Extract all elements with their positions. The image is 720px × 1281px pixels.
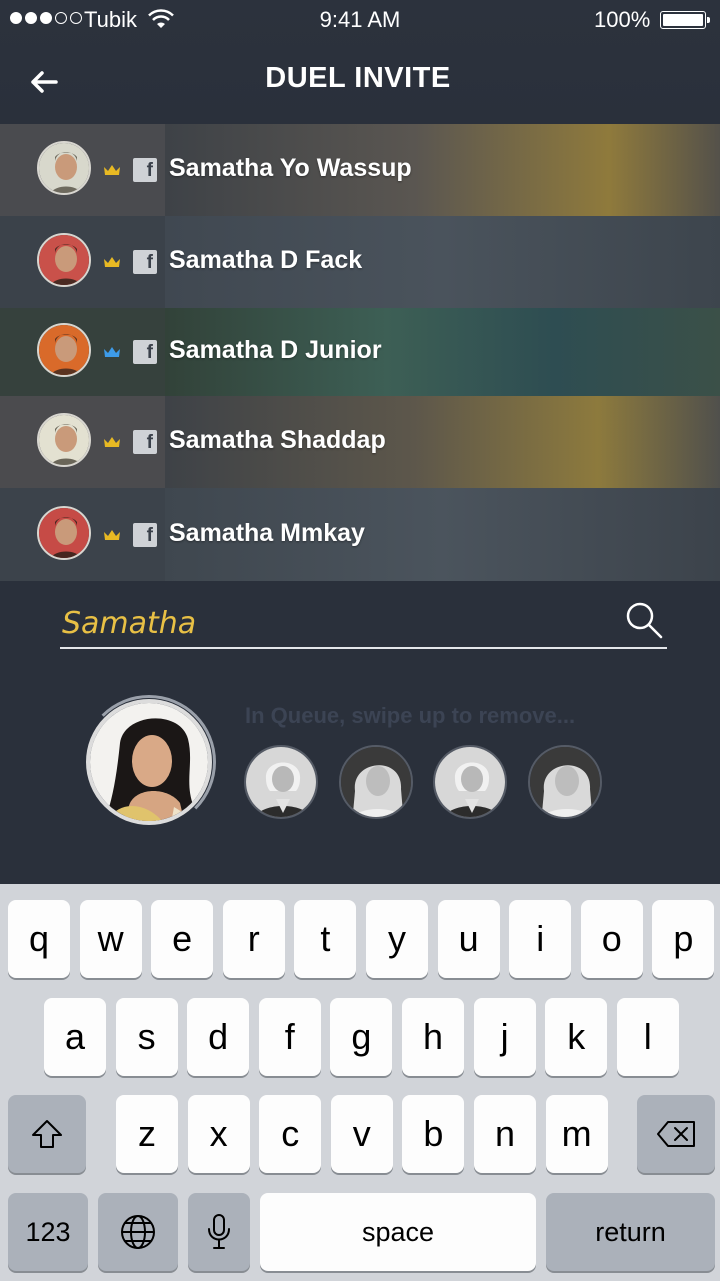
contact-list: f Samatha Yo Wassup f Samatha D Fack f S… [0,124,720,581]
search-panel: In Queue, swipe up to remove... [0,581,720,884]
key-e[interactable]: e [151,900,214,978]
key-r[interactable]: r [222,900,285,978]
keyboard: q w e r t y u i o p a s d f g h j k l z x c v b n m 123 space return [0,884,720,1281]
search-input[interactable] [62,603,602,643]
battery-percentage: 100% [594,7,651,32]
key-s[interactable]: s [115,998,178,1076]
key-k[interactable]: k [545,998,608,1076]
contact-name: Samatha D Fack [169,246,363,274]
contact-avatar [37,505,91,560]
key-j[interactable]: j [473,998,536,1076]
key-c[interactable]: c [259,1095,322,1173]
search-underline [60,647,667,649]
crown-icon [104,165,120,175]
key-z[interactable]: z [116,1095,178,1173]
return-key[interactable]: return [546,1193,715,1271]
key-n[interactable]: n [474,1095,536,1173]
contact-avatar [37,413,91,467]
key-d[interactable]: d [187,998,250,1076]
shift-icon [32,1120,62,1148]
backspace-icon [657,1121,695,1147]
key-a[interactable]: a [44,998,106,1076]
key-t[interactable]: t [294,900,357,978]
contact-row[interactable]: f Samatha D Fack [0,216,720,308]
status-bar: Tubik 9:41 AM 100% [0,0,720,40]
key-q[interactable]: q [8,900,70,978]
key-h[interactable]: h [402,998,464,1076]
crown-icon [104,437,120,447]
queue-hint-text: In Queue, swipe up to remove... [245,703,576,728]
numbers-key[interactable]: 123 [8,1193,88,1271]
key-v[interactable]: v [330,1095,393,1173]
key-g[interactable]: g [330,998,393,1076]
key-x[interactable]: x [187,1095,250,1173]
contact-row[interactable]: f Samatha Mmkay [0,488,720,581]
space-key[interactable]: space [260,1193,536,1271]
key-y[interactable]: y [366,900,428,978]
facebook-icon: f [133,340,157,364]
page-title: DUEL INVITE [265,62,451,94]
key-o[interactable]: o [580,900,643,978]
key-f[interactable]: f [258,998,321,1076]
facebook-icon: f [133,522,157,547]
queue-avatar[interactable] [433,745,507,819]
facebook-icon: f [133,430,157,454]
contact-name: Samatha D Junior [169,336,382,364]
search-icon[interactable] [625,601,663,639]
contact-avatar [37,323,91,377]
facebook-icon: f [133,250,157,274]
globe-key[interactable] [98,1193,178,1271]
shift-key[interactable] [8,1095,86,1173]
globe-icon [121,1215,155,1249]
key-i[interactable]: i [509,900,572,978]
delete-key[interactable] [637,1095,715,1173]
queue-avatar[interactable] [244,745,318,819]
key-p[interactable]: p [652,900,715,978]
queue-avatar[interactable] [528,745,602,819]
crown-icon [104,529,120,540]
contact-row[interactable]: f Samatha Shaddap [0,396,720,488]
contact-avatar [37,141,91,195]
key-b[interactable]: b [402,1095,465,1173]
contact-row[interactable]: f Samatha Yo Wassup [0,124,720,216]
dictation-key[interactable] [188,1193,250,1271]
queue-avatar[interactable] [339,745,413,819]
selected-user-avatar[interactable] [86,699,212,825]
key-l[interactable]: l [616,998,679,1076]
battery-icon [660,11,710,29]
contact-row[interactable]: f Samatha D Junior [0,308,720,396]
contact-avatar [37,233,91,287]
crown-icon [104,257,120,267]
crown-icon [104,347,120,357]
key-w[interactable]: w [79,900,142,978]
microphone-icon [208,1214,230,1249]
facebook-icon: f [133,158,157,182]
contact-name: Samatha Shaddap [169,426,386,454]
key-u[interactable]: u [437,900,500,978]
contact-name: Samatha Yo Wassup [169,154,412,182]
contact-name: Samatha Mmkay [169,518,365,547]
key-m[interactable]: m [545,1095,608,1173]
